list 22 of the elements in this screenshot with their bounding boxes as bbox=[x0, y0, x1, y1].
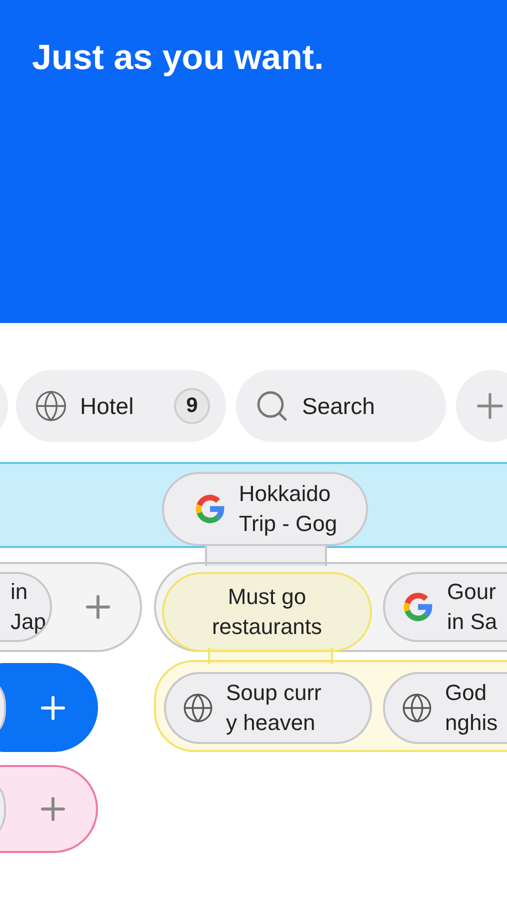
tab-title: God nghis bbox=[445, 679, 498, 737]
add-button[interactable] bbox=[456, 370, 507, 442]
tab-label: Hotel bbox=[80, 392, 134, 421]
search-button[interactable]: Search bbox=[236, 370, 446, 442]
tab-title: Must go restaurants bbox=[212, 583, 322, 641]
tab-pill[interactable]: Gour in Sa bbox=[383, 572, 507, 642]
globe-icon bbox=[182, 692, 214, 724]
tab-pill[interactable]: Soup curr y heaven bbox=[164, 672, 372, 744]
tab-title: Hokkaido Trip - Gog bbox=[238, 480, 338, 538]
headline: Just as you want. bbox=[32, 37, 325, 79]
globe-icon bbox=[401, 692, 433, 724]
tab-title: Gour in Sa bbox=[447, 578, 498, 636]
folder-tab[interactable]: Must go restaurants bbox=[162, 572, 372, 652]
tab-pill[interactable]: Hokkaido Trip - Gog bbox=[162, 472, 368, 546]
count-badge: 9 bbox=[174, 388, 210, 424]
globe-icon bbox=[34, 389, 68, 423]
tab-title: in Jap bbox=[10, 578, 46, 636]
tab-pill[interactable]: in Jap bbox=[0, 572, 52, 642]
google-g-icon bbox=[401, 590, 435, 624]
tab-pill[interactable]: God nghis bbox=[383, 672, 507, 744]
tab-title: Soup curr y heaven bbox=[226, 679, 322, 737]
group-tab[interactable]: Hotel 9 bbox=[16, 370, 226, 442]
